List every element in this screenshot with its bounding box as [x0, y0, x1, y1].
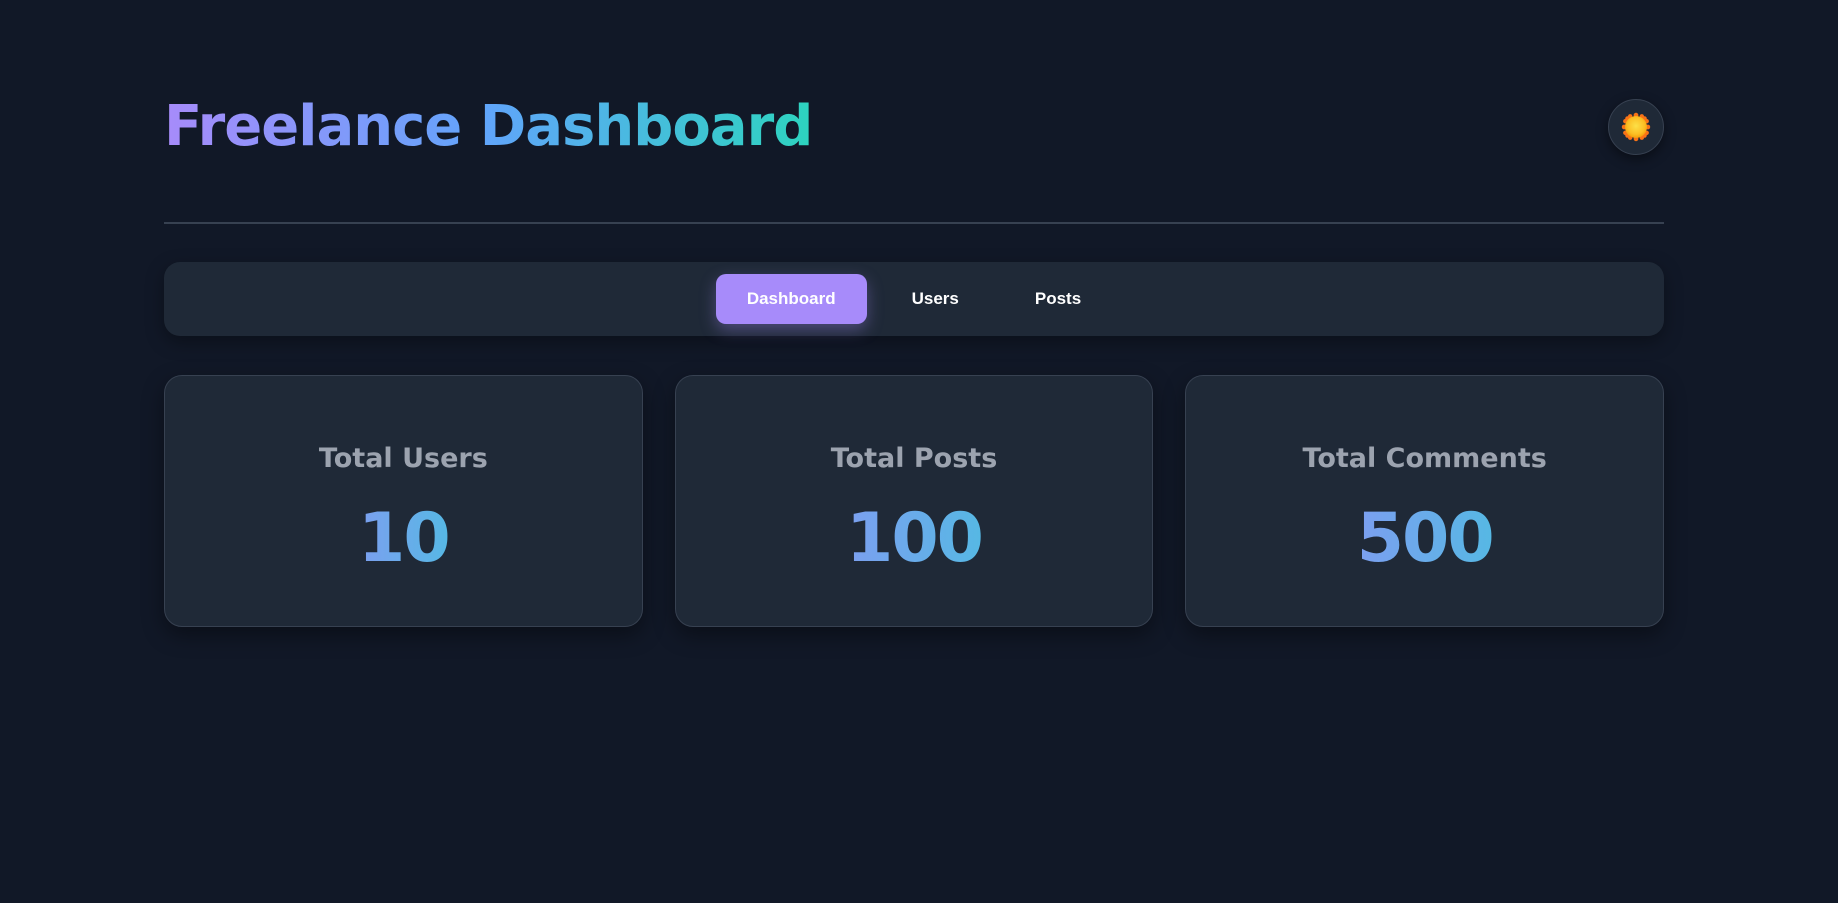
stat-card-comments: Total Comments 500	[1185, 375, 1665, 627]
tab-posts[interactable]: Posts	[1004, 274, 1112, 324]
stat-value: 100	[846, 499, 984, 578]
stat-card-posts: Total Posts 100	[674, 375, 1154, 627]
stat-value: 10	[358, 499, 451, 578]
page-header: Freelance Dashboard	[164, 92, 1664, 162]
main-nav: Dashboard Users Posts	[164, 262, 1664, 336]
tab-dashboard[interactable]: Dashboard	[715, 274, 867, 324]
stats-cards: Total Users 10 Total Posts 100 Total Com…	[164, 375, 1665, 627]
theme-toggle-button[interactable]	[1608, 99, 1664, 155]
stat-label: Total Comments	[1302, 443, 1547, 474]
header-divider	[164, 222, 1664, 224]
stat-label: Total Posts	[830, 443, 998, 474]
stat-label: Total Users	[318, 443, 488, 474]
stat-value: 500	[1356, 499, 1495, 578]
tab-users[interactable]: Users	[881, 274, 990, 324]
dashboard-page: Freelance Dashboard Dashboard Users Post…	[0, 0, 1838, 903]
sun-icon	[1621, 112, 1651, 142]
stat-card-users: Total Users 10	[164, 375, 643, 627]
page-title: Freelance Dashboard	[164, 92, 813, 162]
